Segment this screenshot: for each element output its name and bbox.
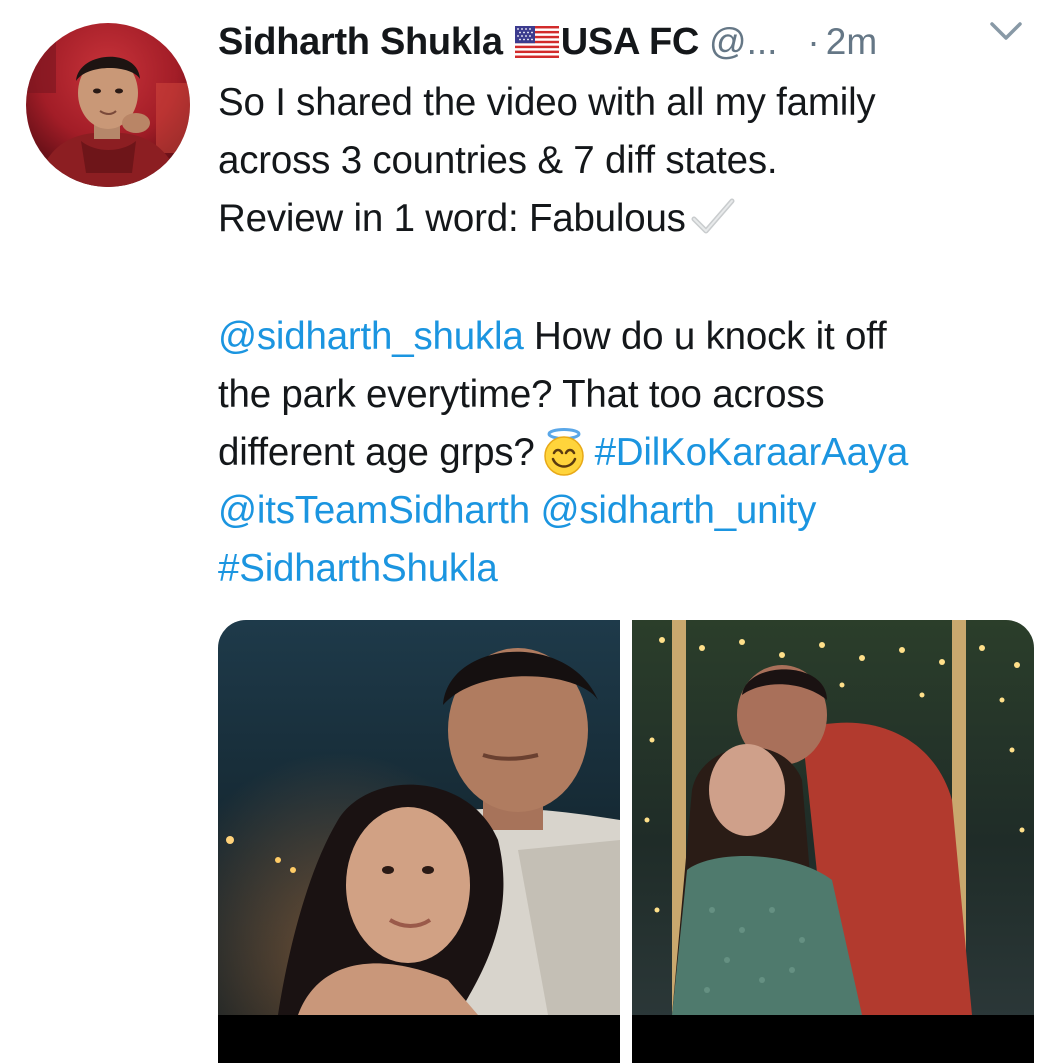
hashtag-link[interactable]: #SidharthShukla — [218, 547, 498, 590]
text-line: across 3 countries & 7 diff states. — [218, 139, 778, 182]
text-line: Review in 1 word: Fabulous — [218, 190, 1038, 248]
tweet-header: Sidharth Shukla USA FC @... · 2m — [218, 16, 1038, 68]
mention-link[interactable]: @sidharth_unity — [540, 489, 816, 532]
couple-swing-kiss-photo[interactable] — [632, 620, 1034, 1063]
text-line: the park everytime? That too across — [218, 373, 825, 416]
mention-link[interactable]: @itsTeamSidharth — [218, 489, 530, 532]
text-line: different age grps? #DilKoKaraarAaya — [218, 424, 1038, 482]
smiling-face-with-halo-icon — [539, 427, 589, 477]
text-fragment: Review in 1 word: Fabulous — [218, 197, 686, 240]
us-flag-icon — [514, 26, 559, 58]
check-mark-icon — [690, 196, 736, 236]
text-line: @itsTeamSidharth @sidharth_unity — [218, 482, 1038, 540]
text-fragment: different age grps? — [218, 431, 535, 474]
text-line: So I shared the video with all my family — [218, 81, 876, 124]
timestamp[interactable]: 2m — [826, 21, 877, 63]
text-line: #SidharthShukla — [218, 540, 1038, 598]
hashtag-link[interactable]: #DilKoKaraarAaya — [595, 431, 909, 474]
media-grid — [218, 620, 1034, 1063]
tweet[interactable]: Sidharth Shukla USA FC @... · 2m So I sh… — [0, 0, 1064, 1063]
display-name[interactable]: Sidharth Shukla — [218, 21, 503, 64]
separator-dot: · — [807, 21, 820, 62]
chevron-down-icon[interactable] — [986, 14, 1026, 46]
user-handle[interactable]: @... — [709, 21, 777, 63]
text-line: @sidharth_shukla How do u knock it off — [218, 308, 1038, 366]
mention-link[interactable]: @sidharth_shukla — [218, 315, 524, 358]
text-fragment: How do u knock it off — [523, 315, 887, 358]
couple-embrace-photo[interactable] — [218, 620, 620, 1063]
display-name-suffix[interactable]: USA FC — [561, 21, 700, 64]
avatar[interactable] — [26, 23, 190, 187]
tweet-text: So I shared the video with all my family… — [218, 74, 1038, 598]
